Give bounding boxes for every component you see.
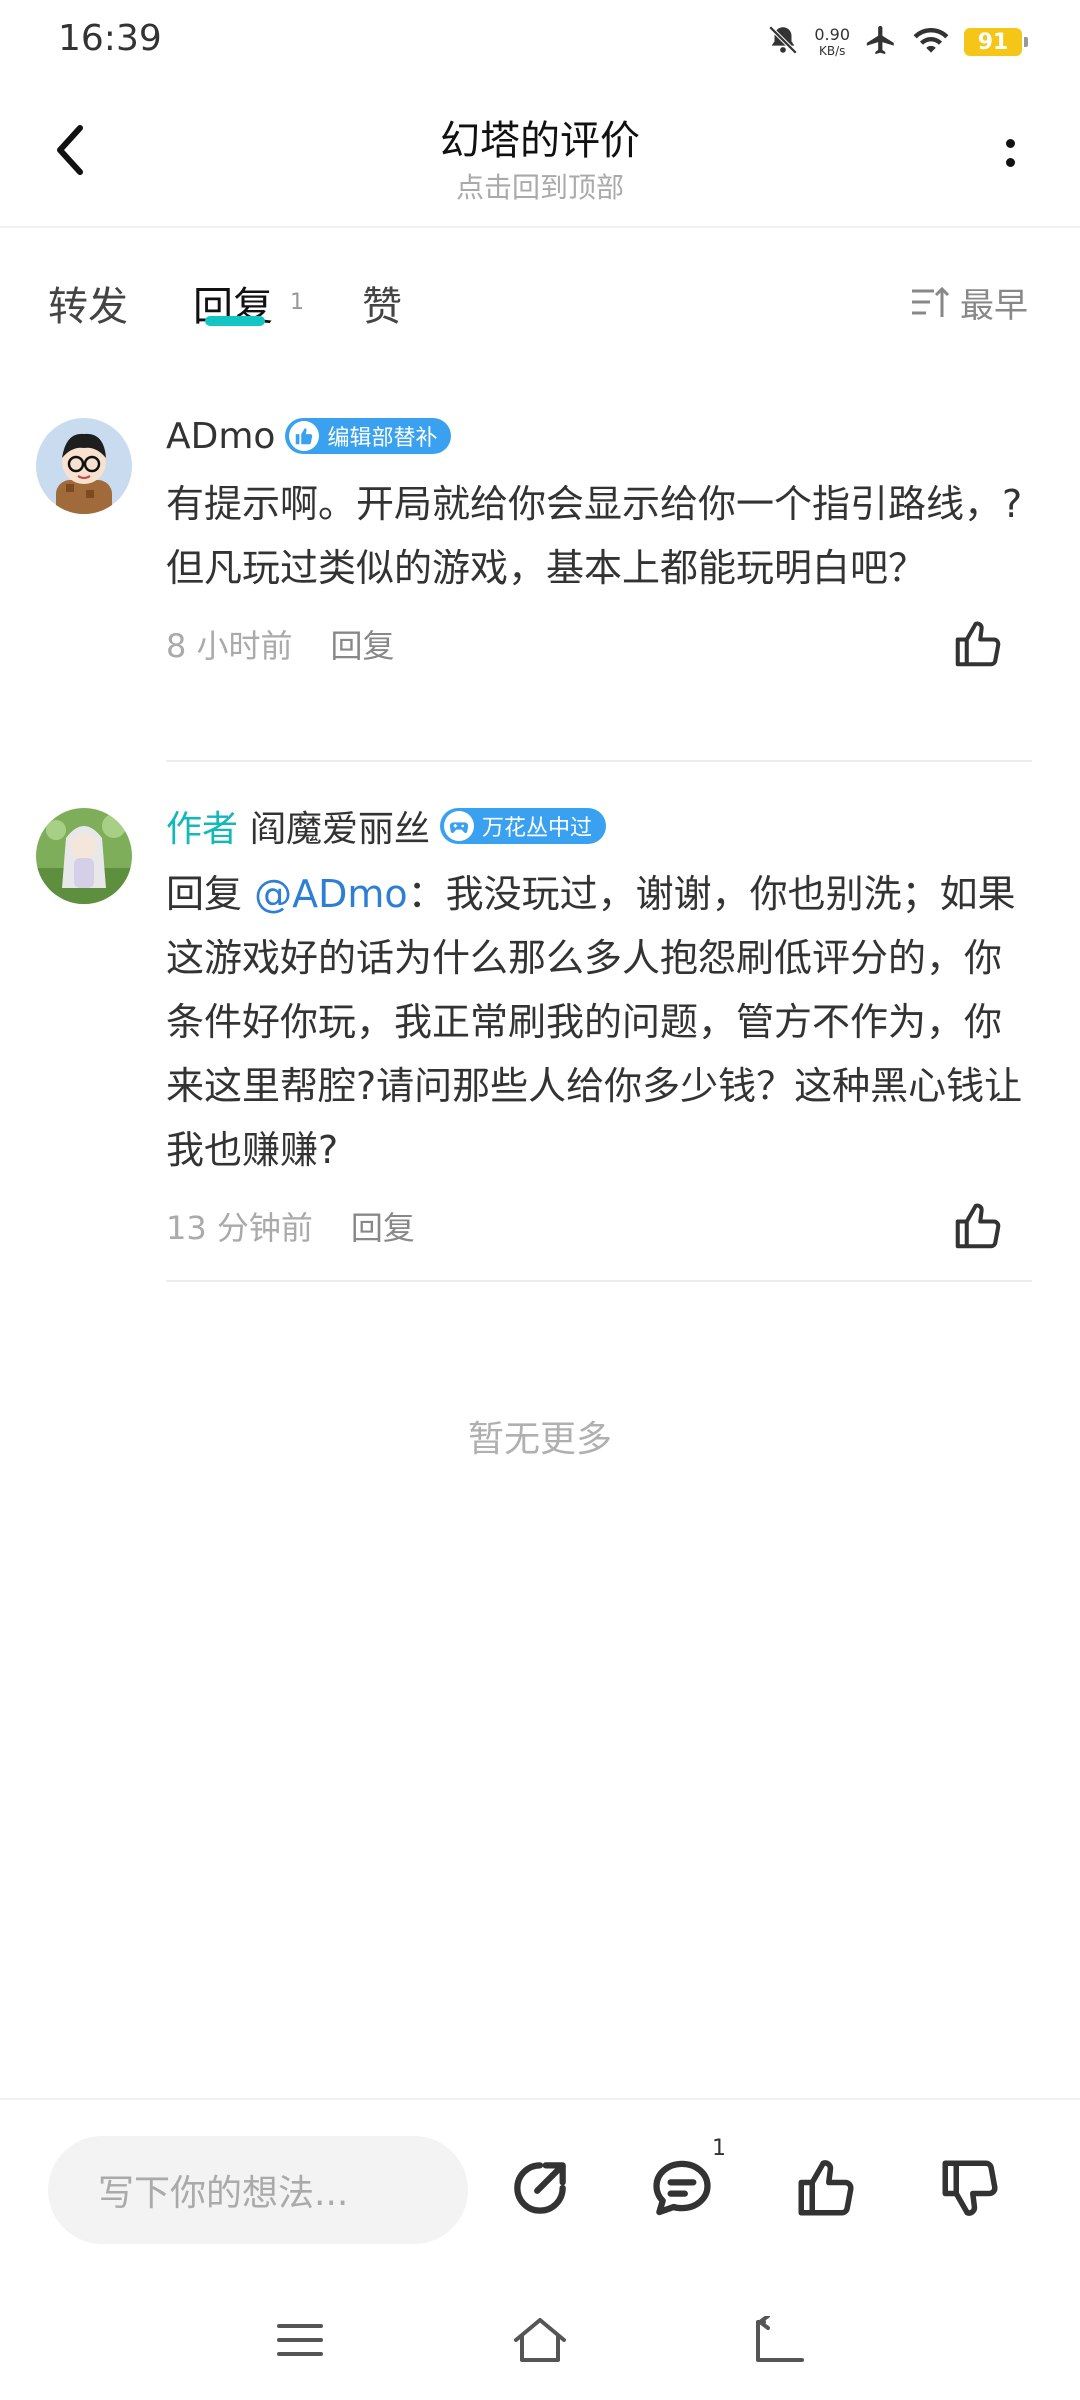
wifi-icon	[912, 23, 950, 61]
like-button[interactable]	[948, 1196, 1008, 1256]
airplane-icon	[864, 23, 898, 61]
more-dot-icon	[1005, 139, 1015, 148]
tab-reply-count: 1	[290, 290, 304, 315]
menu-nav-button[interactable]	[260, 2300, 340, 2380]
badge-label: 万花丛中过	[482, 816, 593, 841]
username[interactable]: ADmo	[166, 416, 275, 457]
tab-forward[interactable]: 转发	[48, 274, 128, 332]
comment-text: 回复 @ADmo：我没玩过，谢谢，你也别洗；如果这游戏好的话为什么那么多人抱怨刷…	[166, 862, 1032, 1182]
thumbs-up-icon	[955, 1203, 1001, 1249]
gamepad-badge-icon	[444, 811, 475, 841]
bottom-action-bar: 写下你的想法... 1	[0, 2098, 1080, 2278]
comment-button[interactable]	[642, 2148, 722, 2228]
comment-icon	[653, 2160, 711, 2216]
comment-input[interactable]: 写下你的想法...	[48, 2136, 468, 2244]
page-title[interactable]: 幻塔的评价	[0, 108, 1080, 166]
more-dot-icon	[1005, 158, 1015, 167]
header: 幻塔的评价 点击回到顶部	[0, 80, 1080, 228]
tab-active-indicator	[205, 316, 265, 326]
user-badge[interactable]: 编辑部替补	[285, 418, 452, 454]
thumbs-up-icon	[798, 2160, 854, 2216]
comment-time: 8 小时前	[166, 627, 293, 665]
like-post-button[interactable]	[786, 2148, 866, 2228]
dislike-post-button[interactable]	[930, 2148, 1010, 2228]
share-button[interactable]	[500, 2148, 580, 2228]
status-time: 16:39	[58, 18, 162, 59]
mention-link[interactable]: @ADmo	[254, 872, 408, 916]
comment-meta: 8 小时前 回复	[166, 614, 1032, 674]
bell-muted-icon	[766, 23, 800, 61]
avatar[interactable]	[36, 418, 132, 514]
tab-bar: 转发 回复 1 赞 最早	[0, 250, 1080, 360]
system-nav-bar	[0, 2280, 1080, 2400]
sort-label: 最早	[960, 286, 1028, 326]
reply-button[interactable]: 回复	[331, 621, 395, 667]
menu-icon	[277, 2324, 323, 2356]
speed-unit: KB/s	[818, 44, 846, 58]
like-button[interactable]	[948, 614, 1008, 674]
status-bar: 16:39 0.90 KB/s 91	[0, 0, 1080, 80]
thumbs-down-icon	[942, 2160, 998, 2216]
reply-button[interactable]: 回复	[351, 1203, 415, 1249]
avatar[interactable]	[36, 808, 132, 904]
comment-body: ：我没玩过，谢谢，你也别洗；如果这游戏好的话为什么那么多人抱怨刷低评分的，你条件…	[166, 872, 1023, 1172]
tab-like[interactable]: 赞	[362, 274, 402, 332]
thumbs-up-icon	[955, 621, 1001, 667]
badge-label: 编辑部替补	[327, 426, 438, 451]
comment-text: 有提示啊。开局就给你会显示给你一个指引路线，?但凡玩过类似的游戏，基本上都能玩明…	[166, 482, 1023, 590]
author-tag: 作者	[166, 809, 239, 850]
comment-header: ADmo 编辑部替补	[166, 410, 1032, 462]
reply-prefix: 回复	[166, 872, 255, 916]
sort-icon	[912, 286, 950, 317]
scroll-to-top-hint[interactable]: 点击回到顶部	[0, 166, 1080, 206]
speed-value: 0.90	[814, 25, 850, 44]
status-icons: 0.90 KB/s 91	[766, 20, 1028, 64]
divider	[166, 760, 1032, 762]
more-options-button[interactable]	[980, 118, 1040, 188]
share-icon	[514, 2162, 566, 2214]
battery-icon: 91	[964, 28, 1028, 56]
comment-header: 作者 阎魔爱丽丝 万花丛中过	[166, 800, 1032, 852]
user-badge[interactable]: 万花丛中过	[440, 808, 607, 844]
comment-count: 1	[712, 2136, 726, 2161]
sort-button[interactable]: 最早	[910, 278, 1028, 327]
home-nav-button[interactable]	[500, 2300, 580, 2380]
home-icon	[514, 2318, 566, 2362]
network-speed: 0.90 KB/s	[814, 25, 850, 58]
back-arrow-icon	[756, 2316, 804, 2362]
comment-meta: 13 分钟前 回复	[166, 1196, 1032, 1256]
divider	[166, 1280, 1032, 1282]
username[interactable]: 阎魔爱丽丝	[250, 800, 430, 852]
back-nav-button[interactable]	[740, 2300, 820, 2380]
comment-time: 13 分钟前	[166, 1209, 313, 1247]
thumbs-up-badge-icon	[289, 421, 320, 451]
no-more-label: 暂无更多	[467, 1419, 612, 1460]
